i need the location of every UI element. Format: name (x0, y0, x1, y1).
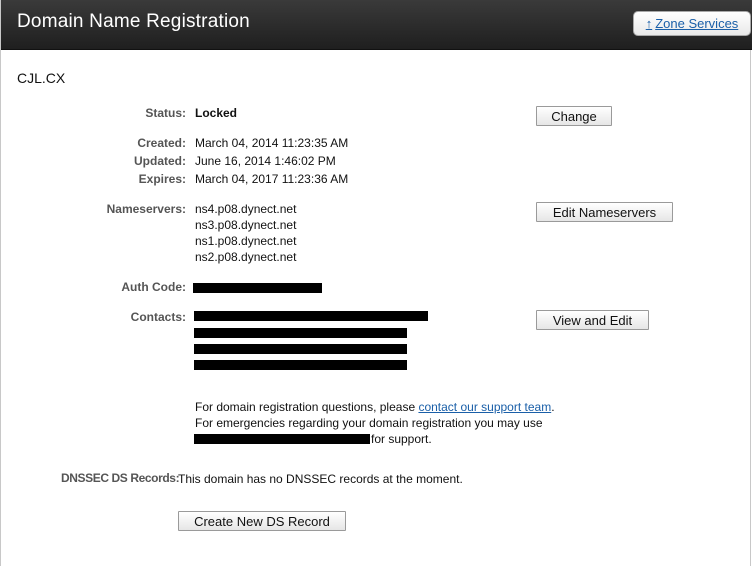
header-bar: Domain Name Registration ↑ Zone Services (1, 0, 752, 50)
auth-code-redacted (193, 283, 322, 293)
contact-redacted (194, 328, 407, 338)
create-ds-record-button[interactable]: Create New DS Record (178, 511, 346, 531)
contact-redacted (194, 311, 428, 321)
edit-nameservers-button[interactable]: Edit Nameservers (536, 202, 673, 222)
nameserver-item: ns2.p08.dynect.net (195, 250, 297, 264)
contact-redacted (194, 344, 407, 354)
registration-panel: Domain Name Registration ↑ Zone Services… (0, 0, 752, 566)
updated-value: June 16, 2014 1:46:02 PM (195, 154, 336, 168)
zone-services-label: Zone Services (655, 16, 739, 31)
status-label: Status: (145, 106, 186, 120)
page-title: Domain Name Registration (17, 11, 250, 32)
support-text-suffix: . (551, 400, 555, 414)
change-button[interactable]: Change (536, 106, 612, 126)
view-and-edit-button[interactable]: View and Edit (536, 310, 649, 330)
contact-redacted (194, 360, 407, 370)
expires-value: March 04, 2017 11:23:36 AM (195, 172, 349, 186)
expires-label: Expires: (138, 172, 186, 186)
nameserver-item: ns4.p08.dynect.net (195, 202, 297, 216)
up-arrow-icon: ↑ (645, 16, 653, 31)
support-contact-redacted (194, 434, 370, 444)
zone-services-button[interactable]: ↑ Zone Services (633, 11, 751, 36)
created-label: Created: (137, 136, 186, 150)
dnssec-label: DNSSEC DS Records: (61, 471, 180, 485)
contacts-label: Contacts: (130, 310, 186, 324)
support-line-1: For domain registration questions, pleas… (195, 399, 555, 415)
status-value: Locked (195, 106, 238, 120)
nameserver-item: ns3.p08.dynect.net (195, 218, 297, 232)
support-line-2: For emergencies regarding your domain re… (195, 416, 543, 430)
created-value: March 04, 2014 11:23:35 AM (195, 136, 349, 150)
support-text: For domain registration questions, pleas… (195, 400, 419, 414)
support-line-3: for support. (371, 432, 432, 446)
auth-code-label: Auth Code: (121, 280, 186, 294)
nameserver-item: ns1.p08.dynect.net (195, 234, 297, 248)
domain-name: CJL.CX (17, 70, 66, 86)
contact-support-link[interactable]: contact our support team (418, 400, 551, 414)
dnssec-message: This domain has no DNSSEC records at the… (178, 472, 463, 486)
updated-label: Updated: (134, 154, 186, 168)
nameservers-label: Nameservers: (106, 202, 186, 216)
